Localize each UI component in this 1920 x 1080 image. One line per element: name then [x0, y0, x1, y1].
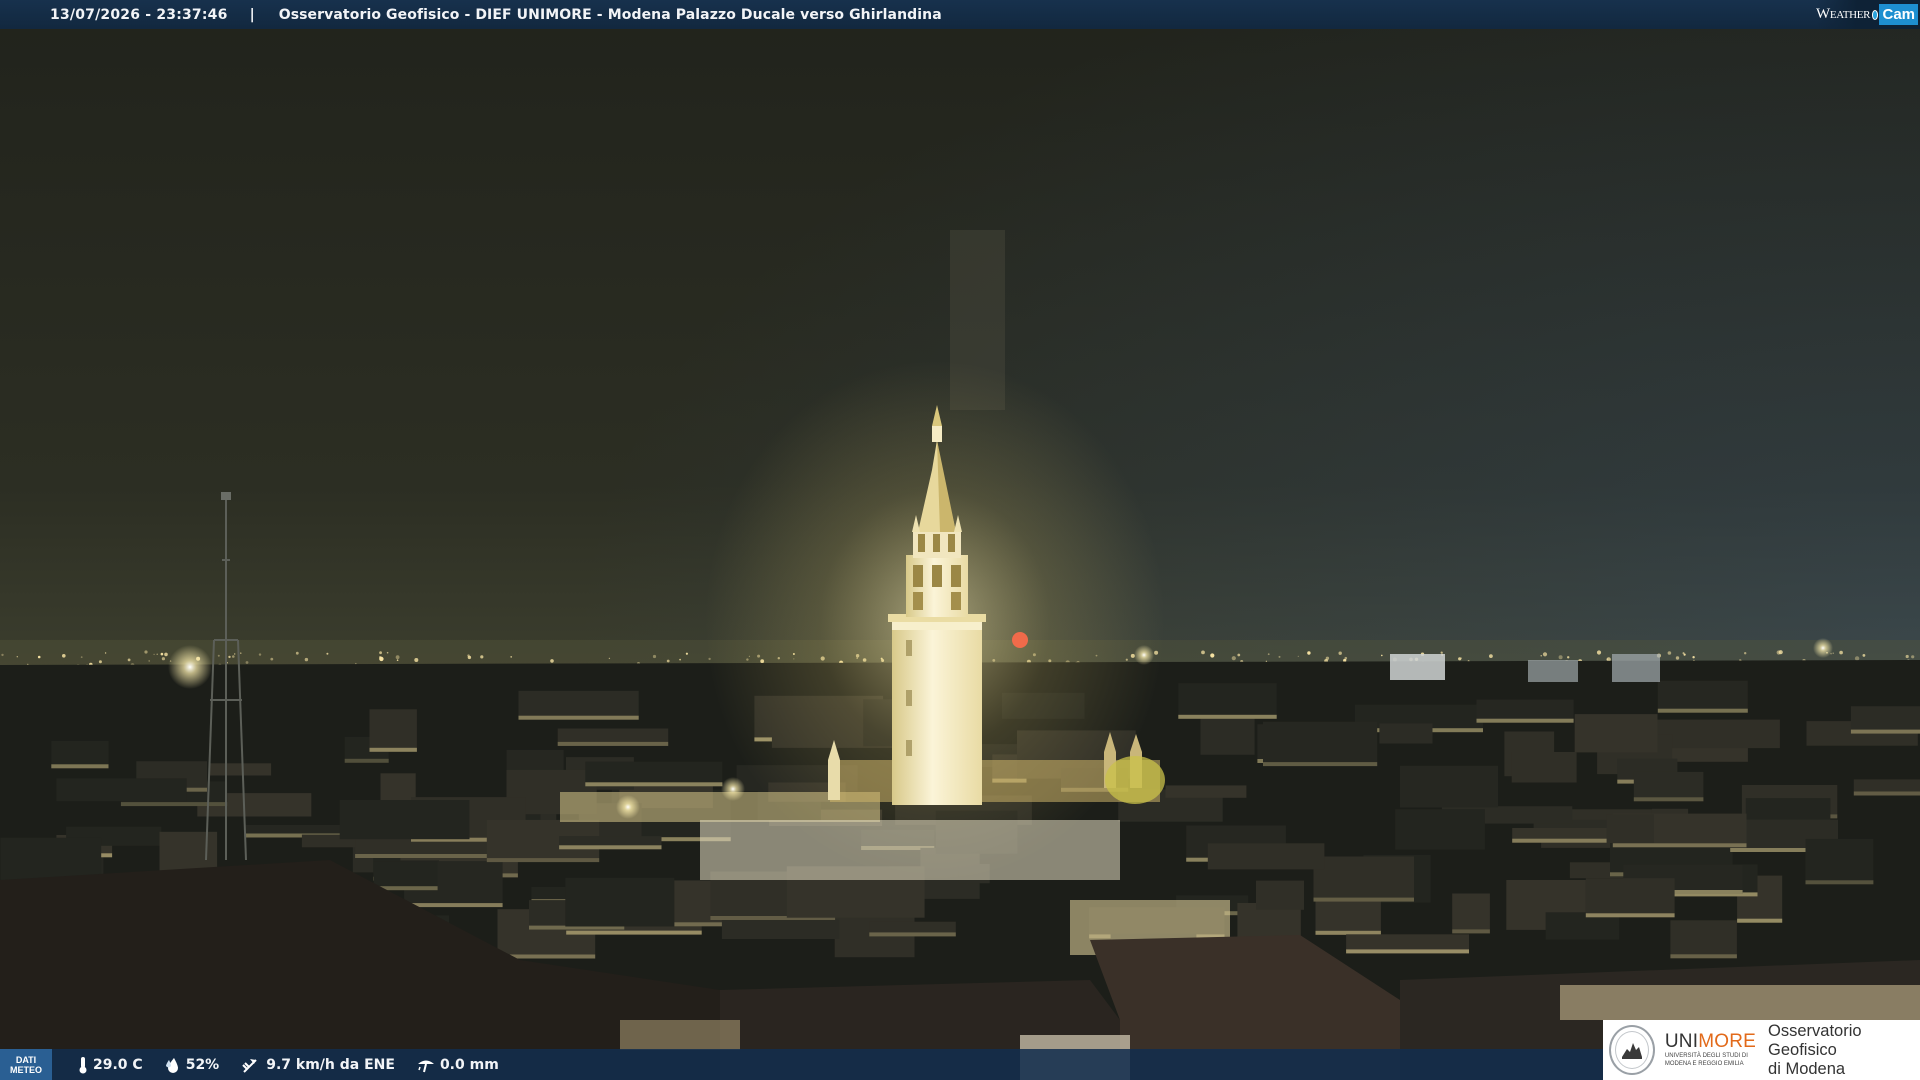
- rain-value: 0.0 mm: [439, 1056, 499, 1073]
- webcam-frame: 13/07/2026 - 23:37:46 | Osservatorio Geo…: [0, 0, 1920, 1080]
- university-seal-icon: [1609, 1025, 1655, 1075]
- weather-data-bar: DATI METEO 29.0 C 52% 9.7 km/h da ENE 0.…: [0, 1049, 1603, 1080]
- badge-line-1: DATI: [15, 1054, 37, 1065]
- header-separator: |: [249, 6, 255, 23]
- brand-weather-word: Weather: [1816, 6, 1871, 22]
- wind-vane-icon: [242, 1058, 257, 1073]
- wind-reading: 9.7 km/h da ENE: [241, 1056, 395, 1074]
- droplet-icon: [165, 1057, 178, 1073]
- weather-data-badge: DATI METEO: [0, 1049, 52, 1080]
- unimore-sub-line-1: UNIVERSITÀ DEGLI STUDI DI: [1664, 1053, 1748, 1059]
- temperature-value: 29.0 C: [93, 1056, 143, 1073]
- weathercam-logo: Weather Cam: [1816, 0, 1920, 29]
- thermometer-icon: [79, 1056, 87, 1073]
- humidity-value: 52%: [185, 1056, 220, 1073]
- unimore-more: MORE: [1698, 1031, 1757, 1052]
- unimore-uni: UNI: [1664, 1031, 1699, 1052]
- camera-header-bar: 13/07/2026 - 23:37:46 | Osservatorio Geo…: [0, 0, 1920, 29]
- brand-dot-icon: [1872, 9, 1879, 20]
- rain-gauge-icon: [417, 1060, 434, 1072]
- webcam-image: [0, 0, 1920, 1080]
- humidity-reading: 52%: [165, 1056, 220, 1073]
- badge-line-2: METEO: [9, 1064, 42, 1075]
- timestamp: 13/07/2026 - 23:37:46: [50, 6, 228, 23]
- temperature-reading: 29.0 C: [78, 1056, 143, 1074]
- rain-reading: 0.0 mm: [417, 1057, 499, 1073]
- wind-value: 9.7 km/h da ENE: [266, 1056, 395, 1073]
- observatory-line-2: di Modena: [1768, 1059, 1846, 1078]
- station-title: Osservatorio Geofisico - DIEF UNIMORE - …: [278, 6, 942, 23]
- unimore-wordmark: UNIMORE UNIVERSITÀ DEGLI STUDI DI MODENA…: [1665, 1032, 1756, 1068]
- observatory-name: Osservatorio Geofisico di Modena: [1768, 1022, 1920, 1079]
- unimore-sub-line-2: MODENA E REGGIO EMILIA: [1664, 1061, 1744, 1067]
- institution-logo: UNIMORE UNIVERSITÀ DEGLI STUDI DI MODENA…: [1603, 1020, 1920, 1080]
- brand-cam-word: Cam: [1879, 4, 1918, 25]
- observatory-line-1: Osservatorio Geofisico: [1768, 1021, 1862, 1059]
